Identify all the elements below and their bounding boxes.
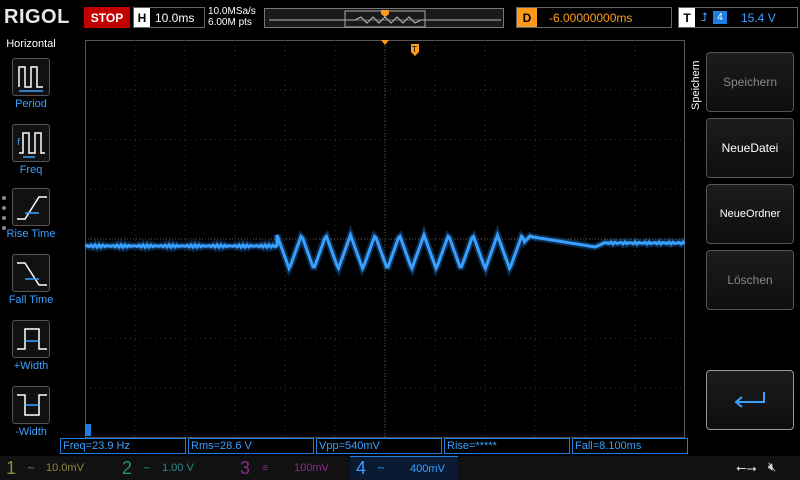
negative-width-label: -Width	[15, 426, 47, 438]
frequency-icon: f	[12, 124, 50, 162]
negative-width-icon	[12, 386, 50, 424]
delete-button[interactable]: Löschen	[706, 250, 794, 310]
channel-4-number: 4	[355, 458, 366, 478]
measure-rise-readout[interactable]: Rise=*****	[444, 438, 570, 454]
new-file-button[interactable]: NeueDatei	[706, 118, 794, 178]
trigger-position-icon	[381, 40, 389, 45]
channel-2-status[interactable]: 2 ∼ 1.00 V	[116, 456, 226, 480]
period-label: Period	[15, 98, 47, 110]
acquisition-info: 10.0MSa/s 6.00M pts	[208, 6, 256, 28]
measure-menu: Horizontal Period f Freq Rise Time Fall …	[0, 36, 62, 438]
measure-positive-width[interactable]: +Width	[0, 320, 62, 382]
positive-width-icon	[12, 320, 50, 358]
positive-width-label: +Width	[13, 360, 49, 372]
usb-icon: ⭠⭢	[736, 460, 757, 475]
channel-4-scale: 400mV	[410, 462, 445, 475]
save-button[interactable]: Speichern	[706, 52, 794, 112]
channel-2-scale: 1.00 V	[162, 462, 194, 474]
trigger-marker-label: T	[411, 45, 417, 54]
delay-value: -6.00000000ms	[549, 10, 633, 25]
horizontal-tag: H	[134, 8, 150, 27]
rise-time-icon	[12, 188, 50, 226]
svg-text:f: f	[17, 138, 21, 148]
trigger-display[interactable]: T ⮥ 4 15.4 V	[678, 7, 798, 28]
top-status-bar: RIGOL STOP H 10.0ms 10.0MSa/s 6.00M pts …	[0, 0, 800, 34]
channel-bar: 1 ∼ 10.0mV 2 ∼ 1.00 V 3 ≡ 100mV 4 ∼ 400m…	[0, 456, 800, 480]
memory-overview-wave	[269, 10, 501, 28]
delay-display[interactable]: D -6.00000000ms	[516, 7, 672, 28]
delay-tag: D	[517, 8, 537, 27]
measure-menu-title: Horizontal	[6, 38, 56, 50]
trigger-pos-marker-icon	[381, 10, 389, 17]
save-menu-title: Speichern	[690, 44, 704, 114]
speaker-muted-icon[interactable]: 🔇︎	[768, 459, 776, 475]
enter-arrow-icon	[734, 392, 765, 408]
measure-vpp-readout[interactable]: Vpp=540mV	[316, 438, 442, 454]
horizontal-timebase[interactable]: H 10.0ms	[133, 7, 205, 28]
channel-4-ground-marker-icon	[85, 424, 91, 436]
measure-fall-time[interactable]: Fall Time	[0, 254, 62, 316]
rising-edge-icon: ⮥	[700, 10, 708, 24]
measure-rise-time[interactable]: Rise Time	[0, 188, 62, 250]
period-icon	[12, 58, 50, 96]
channel-2-number: 2	[121, 457, 132, 478]
run-stop-indicator[interactable]: STOP	[84, 7, 130, 28]
ac-coupling-icon: ∼	[142, 462, 152, 474]
save-menu-title-text: Speichern	[690, 60, 702, 110]
graticule: T	[85, 40, 685, 438]
channel-3-status[interactable]: 3 ≡ 100mV	[234, 456, 344, 480]
ac-coupling-icon: ∼	[26, 462, 36, 474]
fall-time-icon	[12, 254, 50, 292]
measure-period[interactable]: Period	[0, 58, 62, 120]
channel-3-number: 3	[239, 457, 250, 478]
measure-negative-width[interactable]: -Width	[0, 386, 62, 448]
dc-coupling-icon: ≡	[262, 462, 268, 474]
memory-depth: 6.00M pts	[208, 17, 252, 28]
timebase-value: 10.0ms	[155, 10, 195, 25]
memory-overview-strip[interactable]	[264, 8, 504, 28]
trigger-source: 4	[713, 11, 727, 24]
trigger-tag: T	[679, 8, 695, 27]
channel-1-number: 1	[5, 457, 16, 478]
new-folder-button[interactable]: NeueOrdner	[706, 184, 794, 244]
channel-4-status[interactable]: 4 ∼ 400mV	[350, 456, 458, 480]
trigger-level: 15.4 V	[741, 10, 776, 25]
measure-freq-readout[interactable]: Freq=23.9 Hz	[60, 438, 186, 454]
rise-time-label: Rise Time	[6, 228, 56, 240]
freq-label: Freq	[19, 164, 43, 176]
channel-1-scale: 10.0mV	[46, 462, 84, 474]
enter-button[interactable]	[706, 370, 794, 430]
sample-rate: 10.0MSa/s	[208, 6, 256, 17]
waveform-display[interactable]: T	[85, 40, 685, 438]
measure-fall-readout[interactable]: Fall=8.100ms	[572, 438, 688, 454]
channel-1-status[interactable]: 1 ∼ 10.0mV	[0, 456, 110, 480]
fall-time-label: Fall Time	[8, 294, 54, 306]
channel-3-scale: 100mV	[294, 462, 329, 474]
measure-frequency[interactable]: f Freq	[0, 124, 62, 186]
ac-coupling-icon: ∼	[376, 463, 386, 474]
brand-logo: RIGOL	[4, 6, 70, 28]
measure-rms-readout[interactable]: Rms=28.6 V	[188, 438, 314, 454]
